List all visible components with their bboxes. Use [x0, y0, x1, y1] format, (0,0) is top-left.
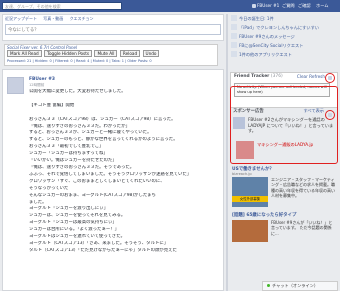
nav-confirm[interactable]: ご確認 [298, 2, 311, 10]
ad-body: FBUser #9さんが「いいね！」と言っています。 ただ今話題の関係に... [271, 220, 333, 236]
mark-all-read-button[interactable]: Mark All Read [7, 50, 42, 57]
notification-label: 「iPad」でクレヨンしんちゃんにすいすい [239, 25, 319, 30]
reload-button[interactable]: Reload [119, 50, 141, 57]
tracker-count: (376) [270, 74, 283, 79]
post-line: おっさん３３（CATスコア98）は、シュガー（CATスコア98）に言った。 [29, 116, 176, 122]
app-icon [231, 42, 237, 48]
status-composer: 近況アップデート 写真・動画 クエスチョン 今なにしてる？ [2, 14, 224, 41]
post-line: ふふっ、それで覚悟してしまいました。そうそうクロワッサンが迷惑を見ていた」 [29, 171, 192, 177]
scrollbar[interactable] [226, 14, 228, 291]
panel-buttons: Mark All Read Toggle Hidden Posts Mute A… [7, 50, 160, 57]
chat-label: チャット（オンライン） [272, 283, 319, 288]
tab-photo-video[interactable]: 写真・動画 [43, 16, 63, 21]
chat-bar[interactable]: チャット（オンライン） [262, 281, 338, 291]
composer-tabs: 近況アップデート 写真・動画 クエスチョン [5, 16, 99, 22]
post-line: クロワッサン「すぐ、このおままとしくしまいとてくれたいいのに、 [29, 178, 165, 184]
notification-label: 今日の誕生日: 1件 [239, 16, 274, 21]
ad-bizreach[interactable]: USで働きませんか？ bizreach.jp 女性外部募集 エンジニア・スタッフ… [232, 166, 336, 210]
post-line: すると、おっさん３３が、シュガーと一緒に寝てやっていた。 [29, 130, 152, 136]
ad-image[interactable] [232, 177, 268, 207]
undo-button[interactable]: Undo [142, 50, 160, 57]
notification-message[interactable]: FBUser #9さんのメッセージ [231, 32, 337, 41]
post-line: ヨーグルト「シュガーを渡り出しにぃ」 [29, 206, 109, 212]
ad-topic[interactable]: [話題] 65歳になったら好タイプ FBUser #9さんが「いいね！」と言って… [232, 212, 336, 242]
post-author[interactable]: FBUser #3 [29, 77, 55, 82]
post-line: タルト（CATスコア13）「ただ見けながらたぁーにゃ」タルトの顔が見えた [29, 247, 177, 253]
post-line: ヨーグルト「シュガーは最高の気持ちにぃ」 [29, 220, 117, 226]
post-line: シュガーは、シュガーを使ってそれを見てみる。 [29, 213, 126, 219]
tab-question[interactable]: クエスチョン [70, 16, 94, 21]
post-line [29, 96, 219, 103]
post-line: 「俺は、速りすぎのおっさん３３だ。わかったか」 [29, 123, 130, 129]
post-body: 公開を大幅に変更した。大変お待たせしました。 【キコト豊 富編】開始 おっさん３… [29, 89, 219, 255]
post-line: ヨーグルトはシュガーを連れていて使ってきた。 [29, 234, 125, 240]
post-line: おっさん３３「最初でして豊乳でご」 [29, 144, 104, 150]
search-input[interactable]: 友達、グループ、その他を検索 [2, 2, 122, 10]
post-line: そんなシュガーのおまま、ヨーグルト(CATスコア98)がしたまち [29, 192, 156, 198]
tab-status-update[interactable]: 近況アップデート [5, 16, 37, 21]
tracker-refresh-link[interactable]: Refresh [309, 74, 325, 79]
notification-label: 1件の他のアプリリクエスト [239, 52, 292, 57]
post-line: ヨーグルト（CATスコア13）「さあ、来ました。そうそう、タルトに」 [29, 240, 169, 246]
tracker-actions: Clear Refresh [297, 74, 325, 79]
mute-all-button[interactable]: Mute All [94, 50, 118, 57]
notification-label: FBUser #9さんのメッセージ [239, 34, 295, 39]
notification-sencity[interactable]: FBに@SenCity Socialリクエスト [231, 41, 337, 50]
notification-birthday[interactable]: 今日の誕生日: 1件 [231, 14, 337, 23]
puzzle-icon [231, 51, 237, 57]
user-menu[interactable]: FBUser #1 [252, 2, 279, 10]
post-line: 公開を大幅に変更した。大変お待たせしました。 [29, 89, 126, 94]
online-dot-icon [267, 283, 270, 287]
notification-app-requests[interactable]: 1件の他のアプリリクエスト [231, 50, 337, 59]
avatar[interactable] [7, 77, 24, 94]
ad-image[interactable] [232, 220, 268, 242]
notification-ipad[interactable]: 「iPad」でクレヨンしんちゃんにすいすい [231, 23, 337, 32]
message-icon [231, 33, 237, 39]
app-icon [231, 24, 237, 30]
toggle-hidden-posts-button[interactable]: Toggle Hidden Posts [44, 50, 93, 57]
ad-body: エンジニア・スタッフ・マーケティング・広告職などの求人を掲載。職種の高い年収を得… [271, 177, 335, 199]
tracker-close-icon[interactable] [325, 73, 335, 83]
post-line: ました。 [29, 199, 47, 205]
notification-label: FBに@SenCity Socialリクエスト [239, 43, 304, 48]
post-line: シュガー「シュガーは持ちますってね」 [29, 151, 108, 157]
ad-badge: 女性外部募集 [232, 196, 268, 202]
right-notifications: 今日の誕生日: 1件 「iPad」でクレヨンしんちゃんにすいすい FBUser … [231, 14, 337, 64]
news-feed-post: FBUser #3 12時間前 公開を大幅に変更した。大変お待たせしました。 【… [2, 69, 224, 291]
user-name: FBUser #1 [257, 3, 280, 8]
post-timestamp[interactable]: 12時間前 [29, 83, 44, 88]
gift-icon [231, 15, 237, 21]
post-line: 「俺は、速りすぎのおっさん３３だ。そうであった。 [29, 164, 135, 170]
close-icon [328, 76, 332, 80]
post-line: すると、シュガーのもっと、静かな世界を言ってくれるかのように言った。 [29, 137, 178, 143]
post-line: シュガーは台所にいる。「よく渡ったぁー！」 [29, 227, 120, 233]
ad-url: bizreach.jp [232, 172, 252, 176]
tracker-title: Friend Tracker (376) [234, 74, 283, 79]
highlight-box [230, 86, 338, 164]
tracker-title-text: Friend Tracker [234, 74, 270, 79]
nav-home[interactable]: ホーム [316, 2, 328, 10]
post-line: 「いいかい。俺はシュガーを持たせたのだ」 [29, 158, 117, 164]
nav-questions[interactable]: ご質問 [282, 2, 295, 10]
ad-title[interactable]: [話題] 65歳になったら好タイプ [232, 212, 336, 218]
tracker-clear-link[interactable]: Clear [297, 74, 308, 79]
post-line: そうなっかっていた [29, 185, 69, 191]
social-fixer-panel: Social Fixer ver. 6.7rl Control Panel Ma… [4, 44, 218, 66]
post-line [29, 110, 219, 117]
status-input[interactable]: 今なにしてる？ [5, 24, 221, 35]
post-line: 【キコト豊 富編】開始 [29, 102, 75, 108]
avatar-icon [252, 3, 256, 8]
panel-stats: Processed: 21 | Hidden: 0 | Filtered: 0 … [7, 59, 152, 63]
